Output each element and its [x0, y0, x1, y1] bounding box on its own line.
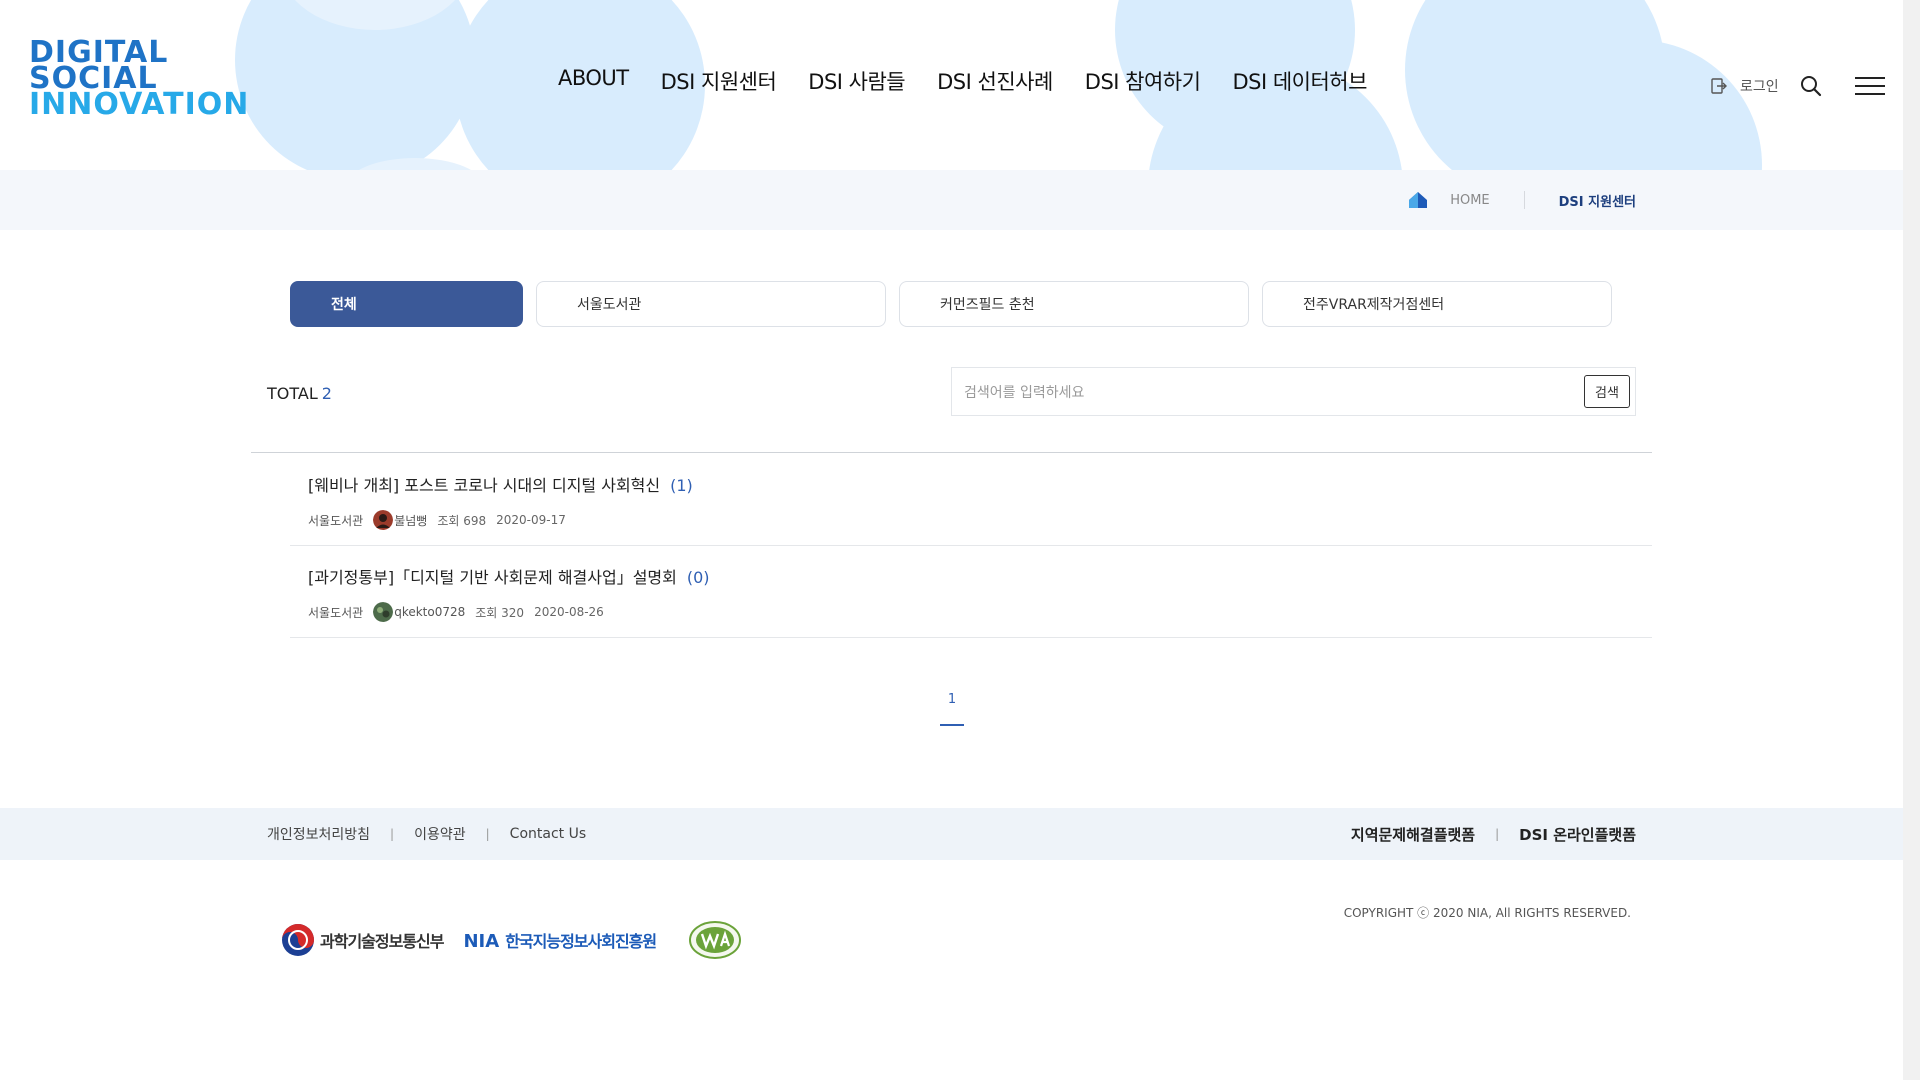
site-logo[interactable]: DIGITAL SOCIAL INNOVATION	[29, 38, 250, 122]
login-icon[interactable]	[1710, 77, 1728, 95]
list-item[interactable]: [과기정통부]「디지털 기반 사회문제 해결사업」설명회 (0) 서울도서관 qk…	[290, 545, 1652, 638]
total-count: TOTAL 2	[267, 384, 332, 403]
footer-logos: 과학기술정보통신부 NIA 한국지능정보사회진흥원	[281, 920, 742, 960]
post-title-link[interactable]: [웨비나 개최] 포스트 코로나 시대의 디지털 사회혁신 (1)	[308, 472, 693, 496]
post-author: qkekto0728	[394, 605, 466, 619]
post-meta: 서울도서관 qkekto0728 조회 320 2020-08-26	[308, 602, 604, 622]
search-input[interactable]	[962, 380, 1526, 406]
total-number: 2	[321, 384, 332, 403]
footer-link-terms[interactable]: 이용약관	[414, 824, 466, 844]
total-label: TOTAL	[267, 384, 318, 403]
nav-item-people[interactable]: DSI 사람들	[808, 66, 905, 96]
footer-divider: |	[390, 827, 395, 841]
tab-commonsfield-chuncheon[interactable]: 커먼즈필드 춘천	[899, 281, 1249, 327]
search-form: 검색	[951, 367, 1636, 416]
comment-count: (0)	[686, 568, 710, 587]
scrollbar-thumb[interactable]	[1906, 0, 1917, 1080]
footer-link-dsi-platform[interactable]: DSI 온라인플랫폼	[1519, 824, 1636, 845]
nav-item-about[interactable]: ABOUT	[558, 66, 629, 96]
footer-links-bar: 개인정보처리방침 | 이용약관 | Contact Us 지역문제해결플랫폼 |…	[0, 808, 1903, 860]
breadcrumb-bar: HOME DSI 지원센터	[0, 170, 1903, 230]
web-accessibility-badge-icon	[689, 921, 742, 959]
footer-policy-links: 개인정보처리방침 | 이용약관 | Contact Us	[267, 808, 586, 860]
comment-count: (1)	[670, 476, 693, 495]
post-org: 서울도서관	[308, 513, 364, 528]
avatar	[373, 510, 394, 530]
breadcrumb: HOME DSI 지원센터	[1408, 170, 1636, 230]
breadcrumb-divider	[1523, 191, 1525, 209]
post-title-link[interactable]: [과기정통부]「디지털 기반 사회문제 해결사업」설명회 (0)	[308, 564, 710, 588]
post-views: 조회 320	[475, 605, 525, 620]
msit-logo: 과학기술정보통신부	[281, 923, 444, 957]
pagination-page-1[interactable]: 1	[940, 692, 964, 726]
nia-logo-text: 한국지능정보사회진흥원	[505, 932, 657, 951]
post-date: 2020-08-26	[534, 605, 604, 619]
post-meta: 서울도서관 불넘뻥 조회 698 2020-09-17	[308, 510, 566, 530]
nav-item-data-hub[interactable]: DSI 데이터허브	[1232, 66, 1367, 96]
tab-jeonju-vrar[interactable]: 전주VRAR제작거점센터	[1262, 281, 1612, 327]
tab-all[interactable]: 전체	[290, 281, 523, 327]
hamburger-menu-icon[interactable]	[1854, 75, 1885, 97]
home-icon[interactable]	[1408, 190, 1428, 210]
post-org: 서울도서관	[308, 605, 364, 620]
nia-logo-abbr: NIA	[463, 931, 500, 952]
header-utilities: 로그인	[1710, 74, 1885, 98]
nav-item-support-center[interactable]: DSI 지원센터	[661, 66, 777, 96]
msit-logo-text: 과학기술정보통신부	[320, 932, 444, 951]
footer-link-contact[interactable]: Contact Us	[510, 826, 586, 842]
vertical-scrollbar[interactable]	[1903, 0, 1920, 1080]
nia-logo: NIA 한국지능정보사회진흥원	[463, 928, 657, 952]
breadcrumb-current[interactable]: DSI 지원센터	[1559, 191, 1636, 210]
list-item[interactable]: [웨비나 개최] 포스트 코로나 시대의 디지털 사회혁신 (1) 서울도서관 불…	[290, 453, 1652, 546]
logo-line: INNOVATION	[29, 87, 250, 122]
post-title: [과기정통부]「디지털 기반 사회문제 해결사업」설명회	[308, 568, 677, 587]
footer-link-privacy[interactable]: 개인정보처리방침	[267, 824, 370, 844]
nav-item-best-practices[interactable]: DSI 선진사례	[937, 66, 1053, 96]
tab-seoul-library[interactable]: 서울도서관	[536, 281, 886, 327]
login-link[interactable]: 로그인	[1740, 76, 1779, 96]
post-date: 2020-09-17	[496, 513, 566, 527]
footer-divider: |	[1495, 827, 1500, 841]
taegeuk-icon	[282, 924, 314, 956]
footer-divider: |	[485, 827, 490, 841]
nav-item-participate[interactable]: DSI 참여하기	[1085, 66, 1201, 96]
breadcrumb-home[interactable]: HOME	[1450, 193, 1489, 208]
avatar	[373, 602, 394, 622]
footer-platform-links: 지역문제해결플랫폼 | DSI 온라인플랫폼	[1351, 808, 1636, 860]
post-author: 불넘뻥	[394, 513, 428, 528]
post-views: 조회 698	[437, 513, 487, 528]
page: DIGITAL SOCIAL INNOVATION ABOUT DSI 지원센터…	[0, 0, 1903, 1080]
post-title: [웨비나 개최] 포스트 코로나 시대의 디지털 사회혁신	[308, 476, 661, 495]
site-header: DIGITAL SOCIAL INNOVATION ABOUT DSI 지원센터…	[0, 0, 1903, 170]
search-icon[interactable]	[1799, 74, 1823, 98]
footer-link-local-platform[interactable]: 지역문제해결플랫폼	[1351, 824, 1475, 845]
copyright-text: COPYRIGHT ⓒ 2020 NIA, All RIGHTS RESERVE…	[1343, 906, 1631, 920]
category-tabs: 전체 서울도서관 커먼즈필드 춘천 전주VRAR제작거점센터	[290, 281, 1612, 327]
search-button[interactable]: 검색	[1584, 375, 1630, 408]
main-nav: ABOUT DSI 지원센터 DSI 사람들 DSI 선진사례 DSI 참여하기…	[558, 66, 1367, 96]
page-active-indicator	[940, 724, 964, 726]
page-number: 1	[947, 692, 957, 707]
